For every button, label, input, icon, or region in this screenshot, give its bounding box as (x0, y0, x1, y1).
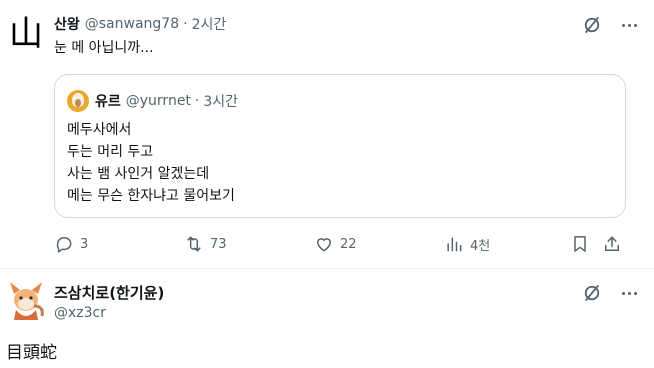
timestamp[interactable]: 2시간 (192, 14, 227, 34)
reply-avatar[interactable] (6, 280, 46, 320)
heart-icon (317, 238, 331, 252)
tweet-header: 산왕 @sanwang78 · 2시간 (54, 14, 226, 34)
reply-author-name[interactable]: 즈삼치로(한기윤) (54, 282, 164, 303)
action-bar: 3 73 22 4천 (54, 232, 634, 256)
separator: · (194, 93, 200, 109)
author-handle[interactable]: @sanwang78 (85, 16, 179, 32)
grok-icon[interactable] (582, 15, 602, 35)
divider (0, 268, 654, 269)
views-button[interactable]: 4천 (444, 232, 490, 256)
quoted-tweet-text: 메두사에서 두는 머리 두고 사는 뱀 사인거 알겠는데 메는 무슨 한자냐고 … (67, 119, 235, 207)
quoted-avatar (67, 90, 89, 112)
reply-button[interactable]: 3 (54, 232, 88, 256)
dot-icon (621, 23, 625, 27)
views-count: 4천 (470, 238, 491, 254)
bookmark-button[interactable] (570, 232, 590, 256)
quoted-line: 두는 머리 두고 (67, 144, 154, 160)
dot-icon (633, 291, 637, 295)
avatar[interactable]: 山 (6, 14, 46, 54)
quoted-author-handle: @yurrnet (125, 93, 191, 109)
quoted-line: 메두사에서 (67, 122, 132, 138)
repost-button[interactable]: 73 (184, 232, 227, 256)
reply-text: 目頭蛇 (6, 343, 57, 363)
repost-count: 73 (210, 236, 227, 252)
quoted-timestamp: 3시간 (203, 94, 239, 110)
repost-icon (187, 236, 201, 252)
quoted-tweet-header: 유르 @yurrnet · 3시간 (67, 89, 238, 113)
separator: · (183, 16, 188, 32)
tweet-text: 눈 메 아닙니까... (54, 40, 154, 56)
reply-author-handle[interactable]: @xz3cr (54, 305, 106, 321)
quoted-line: 사는 뱀 사인거 알겠는데 (67, 166, 210, 182)
views-icon (447, 237, 462, 252)
share-button[interactable] (602, 232, 622, 256)
bookmark-icon (574, 236, 586, 252)
dot-icon (621, 291, 625, 295)
quoted-tweet[interactable]: 유르 @yurrnet · 3시간 메두사에서 두는 머리 두고 사는 뱀 사인… (54, 74, 626, 218)
dot-icon (627, 23, 631, 27)
more-options-button[interactable] (618, 282, 640, 304)
dot-icon (627, 291, 631, 295)
author-name[interactable]: 산왕 (54, 14, 80, 34)
reply-count: 3 (80, 236, 89, 252)
share-icon (605, 236, 619, 251)
like-count: 22 (340, 236, 357, 252)
grok-icon[interactable] (582, 283, 602, 303)
dot-icon (633, 23, 637, 27)
quoted-line: 메는 무슨 한자냐고 물어보기 (67, 188, 235, 204)
more-options-button[interactable] (618, 14, 640, 36)
like-button[interactable]: 22 (314, 232, 357, 256)
reply-icon (56, 237, 72, 253)
quoted-author-name: 유르 (95, 94, 121, 110)
